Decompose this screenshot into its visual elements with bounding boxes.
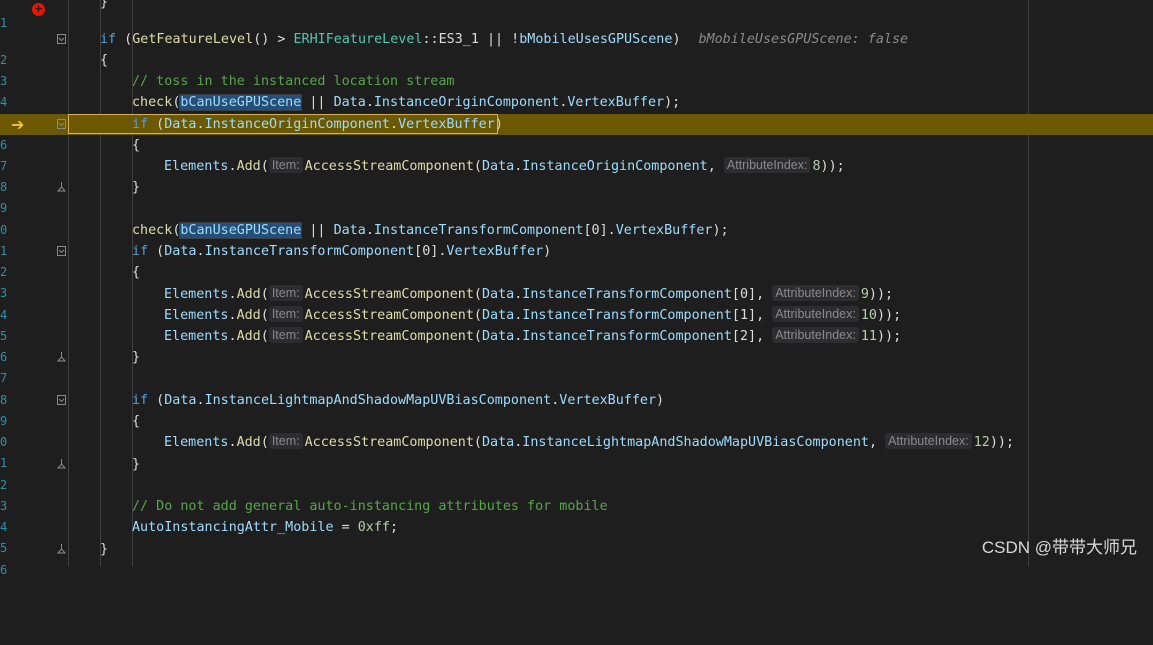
code-text: }: [100, 542, 109, 557]
inline-value-hint: bMobileUsesGPUScene: false: [698, 32, 909, 47]
code-line[interactable]: 0: [0, 199, 1153, 237]
fold-toggle-icon[interactable]: [57, 395, 66, 405]
code-text: {: [100, 53, 109, 68]
code-line[interactable]: 2 if (GetFeatureLevel() > ERHIFeatureLev…: [0, 29, 1153, 67]
selected-identifier: bCanUseGPUScene: [179, 94, 303, 111]
code-line[interactable]: 5 AutoInstancingAttr_Mobile = 0xff;: [0, 517, 1153, 555]
code-line[interactable]: 9 if (Data.InstanceLightmapAndShadowMapU…: [0, 390, 1153, 428]
code-line[interactable]: 5 Elements.Add(Item: AccessStreamComponen…: [0, 305, 1153, 343]
code-text: {: [132, 138, 141, 153]
code-text: }: [100, 0, 109, 10]
fold-toggle-icon[interactable]: [57, 119, 66, 129]
fold-end-icon: [57, 459, 66, 469]
code-text: Elements.Add(Item: AccessStreamComponent(…: [164, 433, 1015, 450]
watermark: CSDN @带带大师兄: [981, 538, 1137, 557]
code-text: if (Data.InstanceLightmapAndShadowMapUVB…: [132, 393, 665, 408]
code-line[interactable]: 4 // Do not add general auto-instancing …: [0, 496, 1153, 534]
parameter-hint: Item:: [268, 157, 303, 173]
code-comment: // toss in the instanced location stream: [132, 74, 455, 89]
code-text: if (Data.InstanceTransformComponent[0].V…: [132, 244, 552, 259]
code-text: if (GetFeatureLevel() > ERHIFeatureLevel…: [100, 32, 909, 47]
code-line[interactable]: 1 Elements.Add(Item: AccessStreamComponen…: [0, 432, 1153, 470]
parameter-hint: Item:: [268, 327, 303, 343]
selected-identifier: bCanUseGPUScene: [179, 222, 303, 239]
code-line[interactable]: 1 check(bCanUseGPUScene || Data.Instance…: [0, 220, 1153, 258]
line-number: 6: [0, 563, 8, 578]
code-text: {: [132, 265, 141, 280]
parameter-hint: AttributeIndex:: [885, 433, 972, 449]
fold-end-icon: [57, 182, 66, 192]
fold-toggle-icon[interactable]: [57, 34, 66, 44]
code-line[interactable]: 1 }: [0, 0, 1153, 30]
current-statement-outline: [68, 114, 498, 134]
code-text: check(bCanUseGPUScene || Data.InstanceTr…: [132, 222, 729, 239]
parameter-hint: Item:: [268, 306, 303, 322]
code-text: Elements.Add(Item: AccessStreamComponent(…: [164, 327, 902, 344]
code-line[interactable]: 6 }: [0, 539, 1153, 577]
code-text: Elements.Add(Item: AccessStreamComponent(…: [164, 157, 845, 174]
code-line[interactable]: 7 {: [0, 135, 1153, 173]
fold-toggle-icon[interactable]: [57, 246, 66, 256]
code-text: check(bCanUseGPUScene || Data.InstanceOr…: [132, 94, 681, 111]
fold-end-icon: [57, 544, 66, 554]
execution-arrow-icon[interactable]: ➔: [11, 114, 24, 135]
code-line[interactable]: 7 }: [0, 347, 1153, 385]
parameter-hint: AttributeIndex:: [772, 306, 859, 322]
code-line[interactable]: 5 check(bCanUseGPUScene || Data.Instance…: [0, 92, 1153, 130]
code-text: Elements.Add(Item: AccessStreamComponent(…: [164, 285, 894, 302]
code-line[interactable]: 4 // toss in the instanced location stre…: [0, 71, 1153, 109]
parameter-hint: AttributeIndex:: [772, 285, 859, 301]
code-comment: // Do not add general auto-instancing at…: [132, 499, 608, 514]
parameter-hint: Item:: [268, 285, 303, 301]
code-line[interactable]: 0 {: [0, 411, 1153, 449]
code-line[interactable]: 3: [0, 475, 1153, 513]
code-text: AutoInstancingAttr_Mobile = 0xff;: [132, 520, 399, 535]
code-text: {: [132, 414, 141, 429]
code-editor[interactable]: 1 } 2 if (GetFeatureLevel() > ERHIFeatur…: [0, 0, 1153, 577]
code-line[interactable]: 8: [0, 369, 1153, 407]
parameter-hint: Item:: [268, 433, 303, 449]
code-line[interactable]: 3 {: [0, 50, 1153, 88]
code-text: Elements.Add(Item: AccessStreamComponent(…: [164, 306, 902, 323]
code-line[interactable]: 9 }: [0, 177, 1153, 215]
code-line[interactable]: 6 Elements.Add(Item: AccessStreamComponen…: [0, 326, 1153, 364]
code-text: }: [132, 350, 141, 365]
code-text: }: [132, 457, 141, 472]
code-line[interactable]: 3 {: [0, 262, 1153, 300]
code-line[interactable]: 2 }: [0, 454, 1153, 492]
code-line[interactable]: 8 Elements.Add(Item: AccessStreamComponen…: [0, 156, 1153, 194]
code-line[interactable]: 4 Elements.Add(Item: AccessStreamComponen…: [0, 284, 1153, 322]
breakpoint-icon[interactable]: [32, 0, 45, 19]
code-line[interactable]: 2 if (Data.InstanceTransformComponent[0]…: [0, 241, 1153, 279]
fold-end-icon: [57, 352, 66, 362]
parameter-hint: AttributeIndex:: [723, 157, 811, 173]
code-text: }: [132, 180, 141, 195]
parameter-hint: AttributeIndex:: [772, 327, 859, 343]
